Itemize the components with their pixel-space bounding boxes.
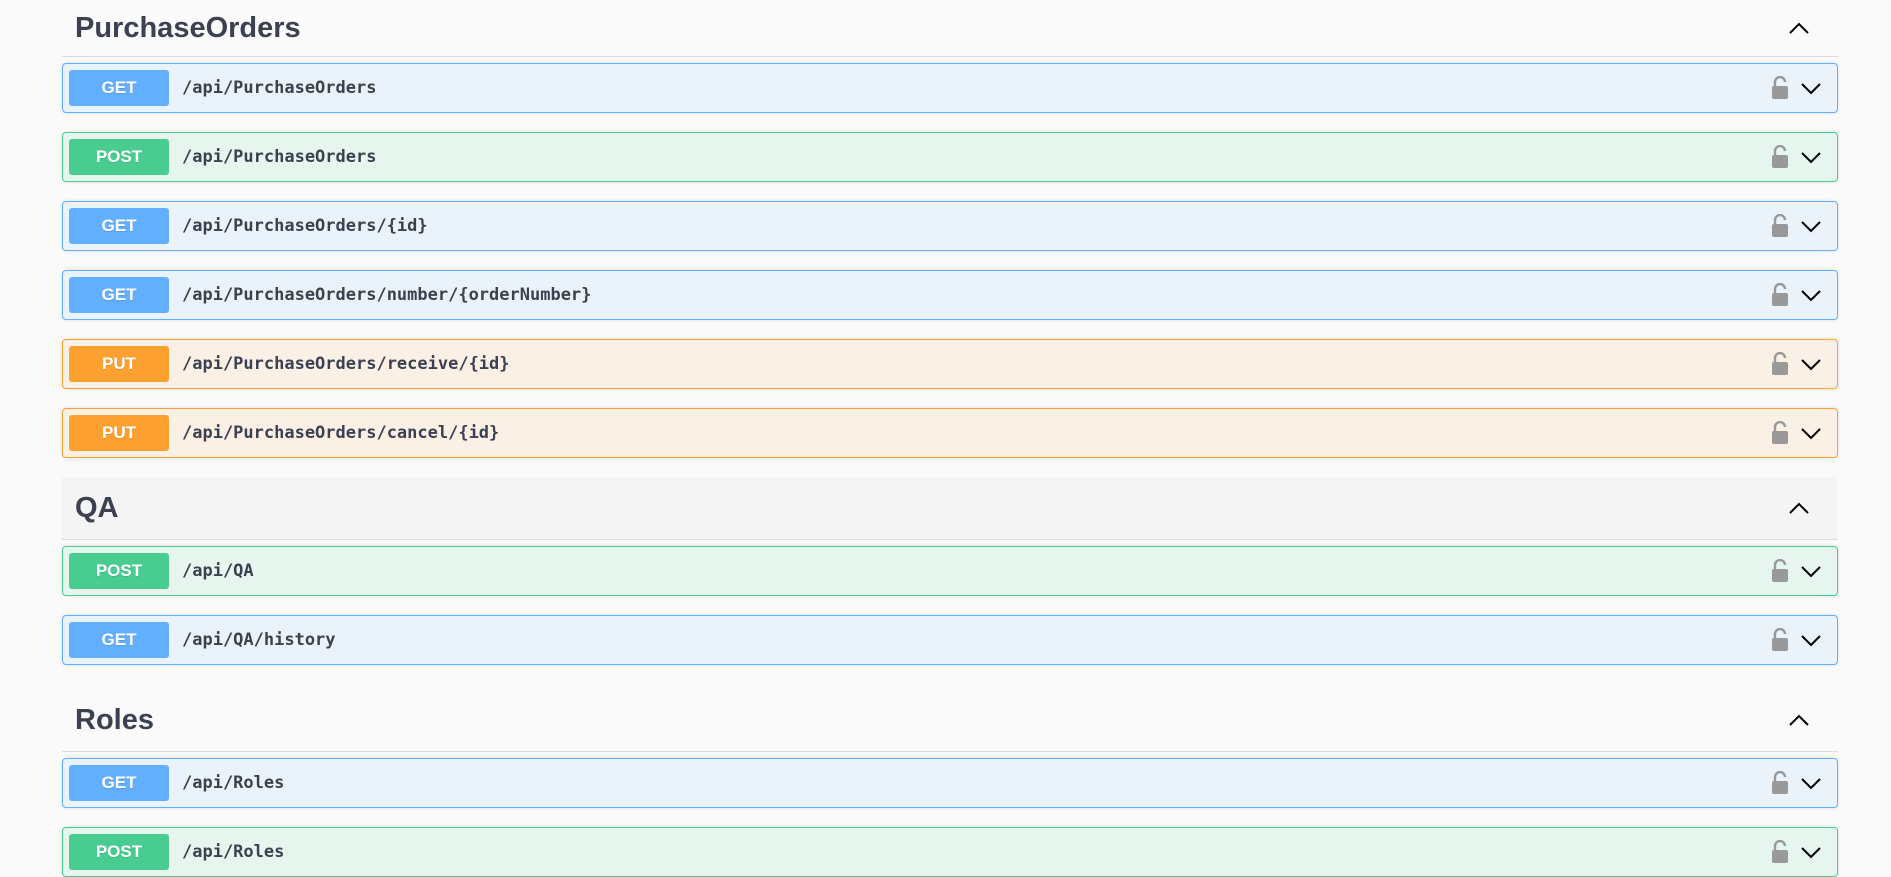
method-badge: GET (69, 765, 169, 801)
method-badge: GET (69, 622, 169, 658)
chevron-up-icon[interactable] (1786, 707, 1812, 733)
chevron-down-icon[interactable] (1799, 559, 1823, 583)
operation-path: /api/PurchaseOrders (182, 147, 377, 167)
lock-icon[interactable] (1770, 559, 1790, 583)
lock-icon[interactable] (1770, 283, 1790, 307)
chevron-down-icon[interactable] (1799, 283, 1823, 307)
method-badge: POST (69, 834, 169, 870)
operation-get-qa-history[interactable]: GET /api/QA/history (62, 615, 1838, 665)
method-badge: POST (69, 139, 169, 175)
chevron-down-icon[interactable] (1799, 421, 1823, 445)
chevron-down-icon[interactable] (1799, 352, 1823, 376)
chevron-down-icon[interactable] (1799, 628, 1823, 652)
swagger-operations-list: PurchaseOrders GET /api/PurchaseOrders P… (62, 0, 1838, 877)
lock-icon[interactable] (1770, 628, 1790, 652)
chevron-up-icon[interactable] (1786, 15, 1812, 41)
operation-post-roles[interactable]: POST /api/Roles (62, 827, 1838, 877)
method-badge: POST (69, 553, 169, 589)
operation-post-purchaseorders[interactable]: POST /api/PurchaseOrders (62, 132, 1838, 182)
operation-get-purchaseorders-number[interactable]: GET /api/PurchaseOrders/number/{orderNum… (62, 270, 1838, 320)
chevron-down-icon[interactable] (1799, 145, 1823, 169)
method-badge: GET (69, 208, 169, 244)
lock-icon[interactable] (1770, 771, 1790, 795)
chevron-down-icon[interactable] (1799, 840, 1823, 864)
lock-icon[interactable] (1770, 352, 1790, 376)
operation-path: /api/Roles (182, 842, 285, 862)
lock-icon[interactable] (1770, 76, 1790, 100)
operation-put-purchaseorders-receive[interactable]: PUT /api/PurchaseOrders/receive/{id} (62, 339, 1838, 389)
section-title: Roles (75, 703, 154, 736)
method-badge: PUT (69, 346, 169, 382)
lock-icon[interactable] (1770, 145, 1790, 169)
operation-put-purchaseorders-cancel[interactable]: PUT /api/PurchaseOrders/cancel/{id} (62, 408, 1838, 458)
chevron-up-icon[interactable] (1786, 495, 1812, 521)
operation-path: /api/QA/history (182, 630, 336, 650)
operation-path: /api/Roles (182, 773, 285, 793)
lock-icon[interactable] (1770, 840, 1790, 864)
method-badge: GET (69, 277, 169, 313)
method-badge: GET (69, 70, 169, 106)
section-header-roles[interactable]: Roles (62, 689, 1838, 752)
operation-path: /api/QA (182, 561, 254, 581)
chevron-down-icon[interactable] (1799, 76, 1823, 100)
operation-get-purchaseorders[interactable]: GET /api/PurchaseOrders (62, 63, 1838, 113)
method-badge: PUT (69, 415, 169, 451)
operation-path: /api/PurchaseOrders/cancel/{id} (182, 423, 500, 443)
operation-path: /api/PurchaseOrders/number/{orderNumber} (182, 285, 592, 305)
operation-path: /api/PurchaseOrders (182, 78, 377, 98)
section-header-qa[interactable]: QA (62, 477, 1838, 540)
chevron-down-icon[interactable] (1799, 771, 1823, 795)
operation-path: /api/PurchaseOrders/{id} (182, 216, 428, 236)
section-header-purchaseorders[interactable]: PurchaseOrders (62, 0, 1838, 57)
operation-get-purchaseorders-id[interactable]: GET /api/PurchaseOrders/{id} (62, 201, 1838, 251)
operation-post-qa[interactable]: POST /api/QA (62, 546, 1838, 596)
section-title: QA (75, 491, 119, 524)
operation-path: /api/PurchaseOrders/receive/{id} (182, 354, 510, 374)
lock-icon[interactable] (1770, 421, 1790, 445)
lock-icon[interactable] (1770, 214, 1790, 238)
chevron-down-icon[interactable] (1799, 214, 1823, 238)
section-title: PurchaseOrders (75, 11, 301, 44)
operation-get-roles[interactable]: GET /api/Roles (62, 758, 1838, 808)
